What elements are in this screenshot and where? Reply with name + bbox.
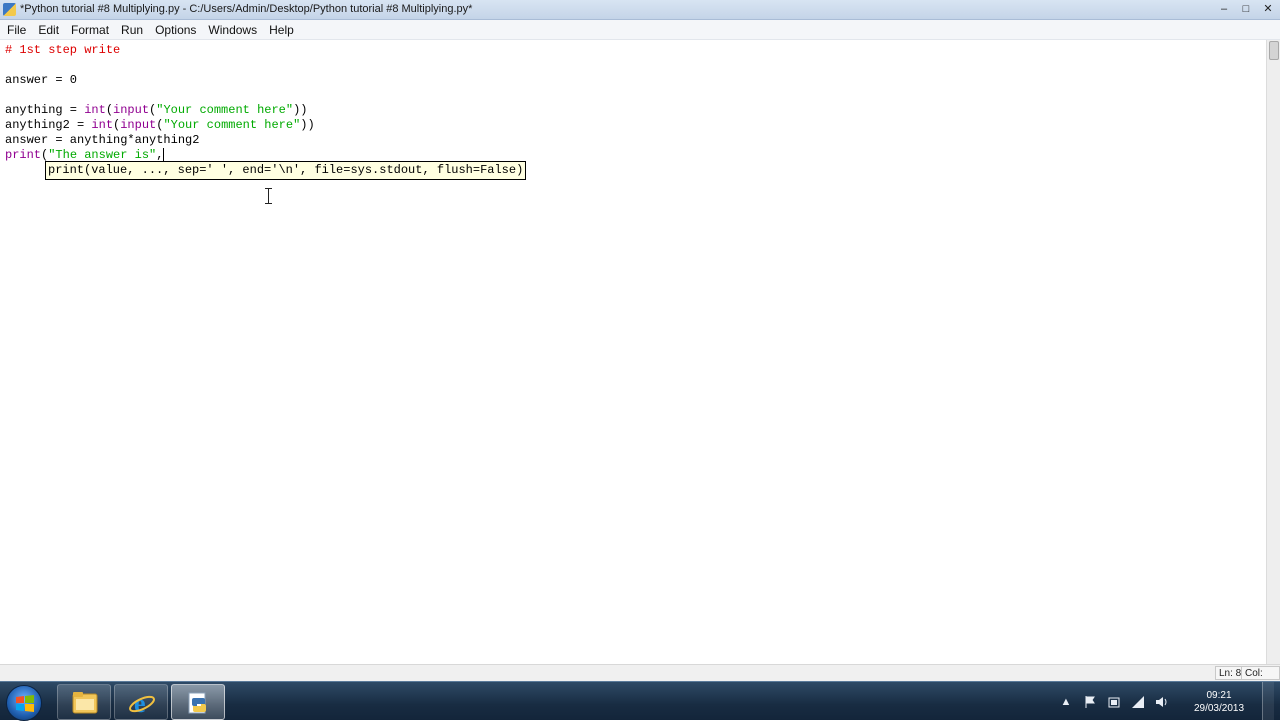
show-desktop-button[interactable] <box>1262 682 1274 721</box>
code-token-plain: , <box>156 148 164 162</box>
code-token-builtin: print <box>5 148 42 162</box>
code-line: print("The answer is", <box>5 148 165 163</box>
start-button[interactable] <box>6 685 42 721</box>
window-title: *Python tutorial #8 Multiplying.py - C:/… <box>20 3 473 15</box>
clock-time: 09:21 <box>1206 689 1232 701</box>
menu-help[interactable]: Help <box>263 20 300 40</box>
code-line: anything = int(input("Your comment here"… <box>5 103 307 118</box>
code-token-plain: anything2 = <box>5 118 92 132</box>
internet-explorer-icon: e <box>129 690 155 716</box>
vertical-scrollbar[interactable] <box>1266 40 1280 664</box>
code-token-string: "The answer is" <box>48 148 157 162</box>
action-center-flag-icon[interactable] <box>1081 693 1099 711</box>
minimize-button[interactable]: – <box>1216 2 1232 16</box>
code-token-plain: answer = anything*anything2 <box>5 133 200 147</box>
idle-app-icon <box>3 3 16 16</box>
folder-icon <box>72 692 98 714</box>
code-token-plain: answer = 0 <box>5 73 78 87</box>
code-token-builtin: input <box>113 103 150 117</box>
menu-edit[interactable]: Edit <box>32 20 65 40</box>
text-caret <box>163 148 165 162</box>
code-line: answer = 0 <box>5 73 77 88</box>
code-token-comment: # 1st step write <box>5 43 121 57</box>
code-editor[interactable]: print(value, ..., sep=' ', end='\n', fil… <box>0 40 1266 664</box>
menu-windows[interactable]: Windows <box>202 20 263 40</box>
status-bar: Ln: 8 Col: 22 <box>0 664 1280 693</box>
menu-format[interactable]: Format <box>65 20 115 40</box>
scrollbar-thumb[interactable] <box>1269 41 1279 60</box>
clock-date: 29/03/2013 <box>1193 702 1245 714</box>
code-token-builtin: int <box>84 103 106 117</box>
maximize-button[interactable]: □ <box>1238 2 1254 16</box>
close-button[interactable]: ✕ <box>1260 2 1276 16</box>
calltip-tooltip: print(value, ..., sep=' ', end='\n', fil… <box>45 161 527 180</box>
menu-file[interactable]: File <box>1 20 32 40</box>
taskbar-clock[interactable]: 09:21 29/03/2013 <box>1182 689 1256 715</box>
windows-taskbar: e ▲ 09:21 29/03/2013 <box>0 681 1280 721</box>
code-line: # 1st step write <box>5 43 120 58</box>
code-token-plain: )) <box>300 118 315 132</box>
window-controls: – □ ✕ <box>1216 2 1276 16</box>
code-token-string: "Your comment here" <box>163 118 301 132</box>
code-token-plain: anything = <box>5 103 85 117</box>
title-bar: *Python tutorial #8 Multiplying.py - C:/… <box>0 0 1280 20</box>
volume-icon[interactable] <box>1153 693 1171 711</box>
menu-run[interactable]: Run <box>115 20 149 40</box>
python-icon <box>188 692 206 714</box>
windows-logo-icon <box>16 695 34 712</box>
taskbar-explorer-button[interactable] <box>57 684 111 720</box>
code-token-string: "Your comment here" <box>156 103 294 117</box>
network-signal-icon[interactable] <box>1129 693 1147 711</box>
taskbar-python-button[interactable] <box>171 684 225 720</box>
svg-text:e: e <box>134 690 146 716</box>
system-tray: ▲ 09:21 29/03/2013 <box>1054 682 1274 721</box>
text-cursor-ibeam-icon <box>265 188 272 204</box>
taskbar-ie-button[interactable]: e <box>114 684 168 720</box>
code-token-plain: )) <box>293 103 308 117</box>
code-token-builtin: int <box>91 118 114 132</box>
status-column: Col: 22 <box>1241 666 1280 693</box>
device-icon[interactable] <box>1105 693 1123 711</box>
code-token-builtin: input <box>120 118 157 132</box>
code-line: anything2 = int(input("Your comment here… <box>5 118 315 133</box>
code-token-plain: ( <box>105 103 114 117</box>
menu-options[interactable]: Options <box>149 20 202 40</box>
show-hidden-icons-icon[interactable]: ▲ <box>1057 693 1075 711</box>
code-line: answer = anything*anything2 <box>5 133 199 148</box>
menu-bar: File Edit Format Run Options Windows Hel… <box>0 20 1280 40</box>
